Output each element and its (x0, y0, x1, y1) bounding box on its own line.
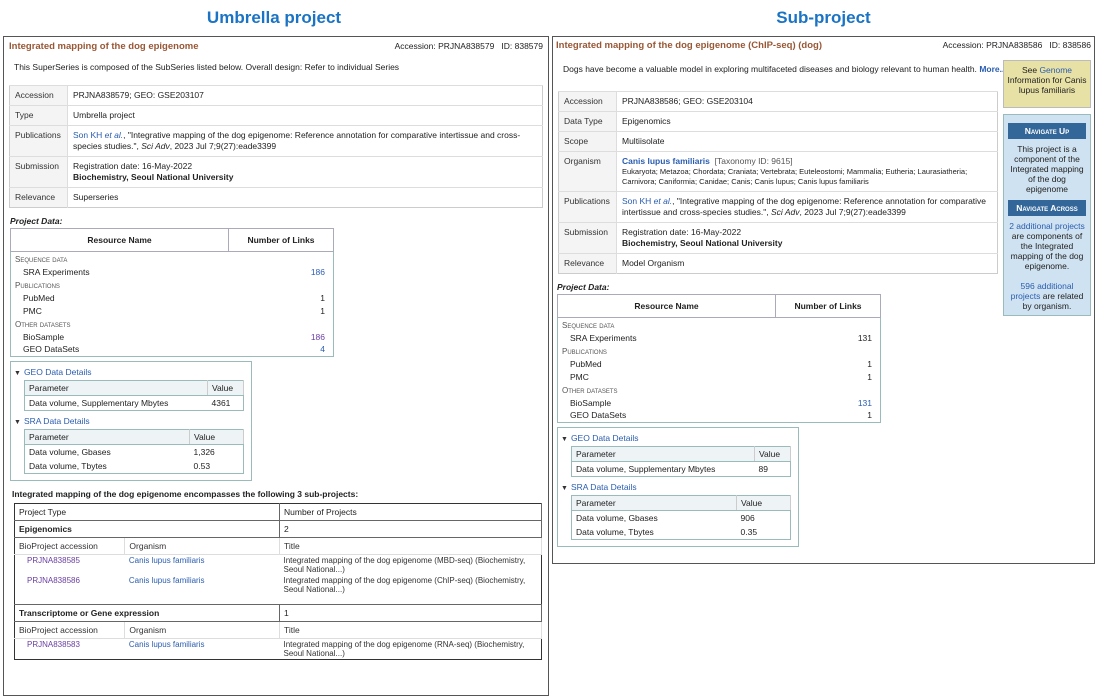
navigation-box: Navigate Up This project is a component … (1003, 114, 1091, 316)
triangle-down-icon: ▼ (561, 484, 568, 492)
triangle-down-icon: ▼ (561, 435, 568, 443)
project-title: Integrated mapping of the dog epigenome (9, 41, 199, 52)
resource-row-sra[interactable]: SRA Experiments 186 (11, 265, 334, 278)
author-link[interactable]: Son KH et al. (622, 196, 672, 206)
project-data-heading: Project Data: (10, 216, 63, 226)
resource-row-pubmed[interactable]: PubMed 1 (11, 291, 334, 304)
genome-link[interactable]: Genome (1039, 65, 1072, 75)
resource-row-geo[interactable]: GEO DataSets 1 (558, 409, 881, 422)
info-row-publications: Publications Son KH et al., "Integrative … (9, 125, 543, 157)
genome-info-box: See Genome Information for Canis lupus f… (1003, 60, 1091, 108)
resource-table: Resource Name Number of Links Sequence da… (10, 228, 334, 357)
project-title: Integrated mapping of the dog epigenome … (556, 40, 822, 51)
accession-id: Accession: PRJNA838579 ID: 838579 (394, 41, 543, 51)
project-description: This SuperSeries is composed of the SubS… (14, 62, 400, 72)
project-header: Integrated mapping of the dog epigenome … (4, 37, 548, 56)
info-row-type: Type Umbrella project (9, 105, 543, 126)
triangle-down-icon: ▼ (14, 369, 21, 377)
sra-details-toggle[interactable]: ▼ SRA Data Details (561, 480, 795, 495)
accession-id: Accession: PRJNA838586 ID: 838586 (942, 40, 1091, 50)
resource-row-pmc[interactable]: PMC 1 (558, 370, 881, 383)
resource-table: Resource Name Number of Links Sequence da… (557, 294, 881, 423)
info-row-accession: Accession PRJNA838579; GEO: GSE203107 (9, 85, 543, 106)
resource-row-pmc[interactable]: PMC 1 (11, 304, 334, 317)
resource-row-biosample[interactable]: BioSample 186 (11, 330, 334, 343)
geo-details-toggle[interactable]: ▼ GEO Data Details (14, 365, 248, 380)
triangle-down-icon: ▼ (14, 418, 21, 426)
data-details-box: ▼ GEO Data Details Parameter Value Data vo… (557, 426, 799, 547)
organism-link[interactable]: Canis lupus familiaris (622, 156, 710, 166)
navigate-across-button[interactable]: Navigate Across (1008, 200, 1086, 216)
author-link[interactable]: Son KH et al. (73, 130, 123, 140)
sra-details-table: Parameter Value Data volume, Gbases 906 Da… (571, 494, 791, 540)
navigate-across-text: 2 additional projects are components of … (1009, 221, 1085, 271)
project-header: Integrated mapping of the dog epigenome … (553, 37, 1094, 54)
resource-row-pubmed[interactable]: PubMed 1 (558, 357, 881, 370)
additional-projects-link[interactable]: 2 additional projects (1009, 221, 1085, 231)
resource-row-sra[interactable]: SRA Experiments 131 (558, 331, 881, 344)
geo-details-table: Parameter Value Data volume, Supplementar… (571, 445, 791, 477)
subproject-row[interactable]: PRJNA838586 Canis lupus familiaris Integra… (15, 575, 542, 595)
subproject-row[interactable]: PRJNA838583 Canis lupus familiaris Integra… (15, 639, 542, 660)
umbrella-panel: Integrated mapping of the dog epigenome … (3, 36, 549, 696)
project-info-table: Accession PRJNA838579; GEO: GSE203107 Typ… (9, 85, 543, 208)
subproject-row[interactable]: PRJNA838585 Canis lupus familiaris Integra… (15, 554, 542, 575)
sra-details-table: Parameter Value Data volume, Gbases 1,326 … (24, 428, 244, 474)
sra-details-toggle[interactable]: ▼ SRA Data Details (14, 414, 248, 429)
subprojects-table: Project Type Number of Projects Epigenomi… (14, 502, 542, 660)
data-details-box: ▼ GEO Data Details Parameter Value Data vo… (10, 360, 252, 481)
resource-row-biosample[interactable]: BioSample 131 (558, 396, 881, 409)
info-row-relevance: Relevance Superseries (9, 187, 543, 208)
subprojects-heading: Integrated mapping of the dog epigenome … (12, 488, 359, 499)
sub-project-label: Sub-project (776, 8, 871, 27)
info-row-submission: Submission Registration date: 16-May-2022… (9, 156, 543, 188)
geo-details-table: Parameter Value Data volume, Supplementar… (24, 379, 244, 411)
navigate-up-text: This project is a component of the Integ… (1010, 144, 1084, 194)
navigate-up-button[interactable]: Navigate Up (1008, 123, 1086, 139)
related-projects-text: 596 additional projects are related by o… (1010, 281, 1084, 311)
project-info-table: Accession PRJNA838586; GEO: GSE203104 Dat… (558, 91, 998, 274)
umbrella-project-label: Umbrella project (206, 8, 342, 27)
geo-details-toggle[interactable]: ▼ GEO Data Details (561, 431, 795, 446)
resource-row-geo[interactable]: GEO DataSets 4 (11, 343, 334, 356)
